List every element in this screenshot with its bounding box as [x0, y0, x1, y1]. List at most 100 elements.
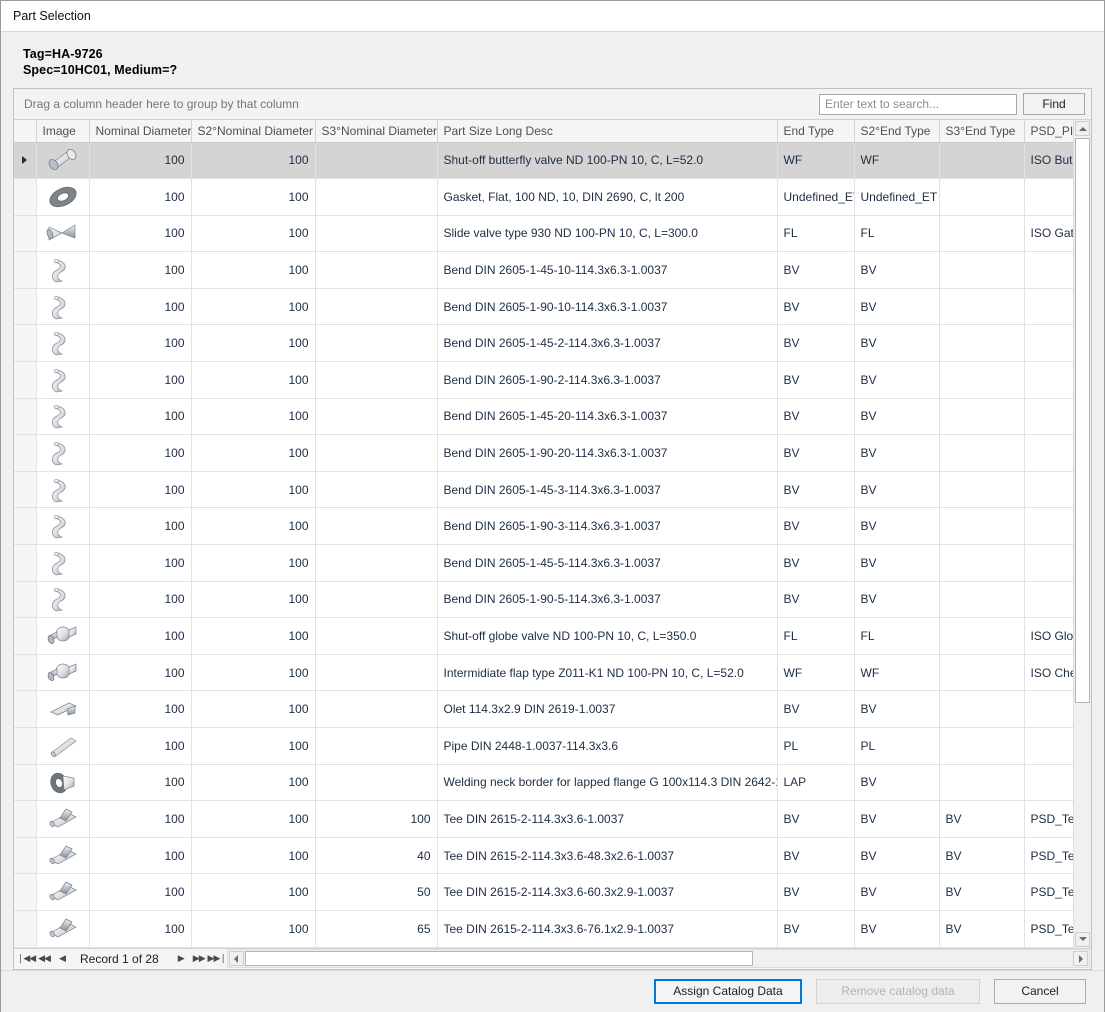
row-indicator[interactable] [14, 251, 37, 289]
last-record-button[interactable]: ▶▶❘ [208, 950, 227, 967]
table-row[interactable]: 100 100 Bend DIN 2605-1-90-2-114.3x6.3-1.0… [14, 361, 1073, 399]
table-row[interactable]: 100 100 Slide valve type 930 ND 100-PN 10,… [14, 215, 1073, 253]
column-header-nominal-diameter[interactable]: Nominal Diameter [89, 120, 192, 143]
search-input[interactable] [819, 93, 1017, 115]
table-row[interactable]: 100 100 100 Tee DIN 2615-2-114.3x3.6-1.0037… [14, 800, 1073, 838]
row-indicator[interactable] [14, 764, 37, 802]
column-header-psd-pid-symbol[interactable]: PSD_PID Sy [1024, 120, 1073, 143]
first-record-button[interactable]: ❘◀◀ [17, 950, 36, 967]
cell-s2et: BV [854, 910, 940, 948]
row-indicator[interactable] [14, 471, 37, 509]
cell-s2et: BV [854, 690, 940, 728]
scroll-up-button[interactable] [1075, 121, 1090, 136]
row-indicator[interactable] [14, 215, 37, 253]
cell-et: BV [777, 800, 855, 838]
cell-s3et [939, 544, 1025, 582]
table-row[interactable]: 100 100 Bend DIN 2605-1-45-20-114.3x6.3-1.… [14, 398, 1073, 436]
row-indicator[interactable] [14, 434, 37, 472]
row-indicator[interactable] [14, 690, 37, 728]
row-indicator[interactable] [14, 544, 37, 582]
cell-psd: ISO Glol [1024, 617, 1073, 655]
table-row[interactable]: 100 100 Bend DIN 2605-1-45-3-114.3x6.3-1.0… [14, 471, 1073, 509]
scroll-down-button[interactable] [1075, 931, 1090, 947]
row-indicator[interactable] [14, 837, 37, 875]
row-indicator[interactable] [14, 361, 37, 399]
column-header-s2-end-type[interactable]: S2°End Type [854, 120, 940, 143]
record-navigator: ❘◀◀ ◀◀ ◀ Record 1 of 28 ▶ ▶▶ ▶▶❘ [14, 947, 1091, 969]
column-header-s2-nominal-diameter[interactable]: S2°Nominal Diameter [191, 120, 316, 143]
row-indicator[interactable] [14, 288, 37, 326]
table-row[interactable]: 100 100 Shut-off butterfly valve ND 100-PN… [14, 142, 1073, 180]
row-indicator[interactable] [14, 178, 37, 216]
table-row[interactable]: 100 100 40 Tee DIN 2615-2-114.3x3.6-48.3x2.… [14, 837, 1073, 875]
row-indicator[interactable] [14, 873, 37, 911]
horizontal-scroll-thumb[interactable] [244, 951, 753, 967]
cell-nd: 100 [89, 581, 192, 619]
cell-et: BV [777, 837, 855, 875]
next-record-button[interactable]: ▶ [173, 950, 189, 967]
table-row[interactable]: 100 100 Intermidiate flap type Z011-K1 ND … [14, 654, 1073, 692]
cell-s3et [939, 251, 1025, 289]
vertical-scrollbar[interactable] [1073, 120, 1091, 948]
table-row[interactable]: 100 100 Pipe DIN 2448-1.0037-114.3x3.6 PL PL [14, 727, 1073, 765]
row-indicator[interactable] [14, 800, 37, 838]
table-row[interactable]: 100 100 Bend DIN 2605-1-45-5-114.3x6.3-1.0… [14, 544, 1073, 582]
previous-record-button[interactable]: ◀ [54, 950, 70, 967]
previous-page-button[interactable]: ◀◀ [36, 950, 52, 967]
table-row[interactable]: 100 100 Bend DIN 2605-1-90-10-114.3x6.3-1.… [14, 288, 1073, 326]
row-indicator[interactable] [14, 507, 37, 546]
cell-s3nd [315, 324, 438, 363]
cell-desc: Bend DIN 2605-1-45-5-114.3x6.3-1.0037 [437, 544, 778, 582]
table-row[interactable]: 100 100 Bend DIN 2605-1-90-5-114.3x6.3-1.0… [14, 581, 1073, 619]
row-indicator[interactable] [14, 398, 37, 436]
scroll-right-button[interactable] [1073, 951, 1088, 967]
row-indicator[interactable] [14, 142, 37, 180]
table-row[interactable]: 100 100 Olet 114.3x2.9 DIN 2619-1.0037 BV BV [14, 690, 1073, 728]
cell-nd: 100 [89, 361, 192, 399]
row-indicator[interactable] [14, 910, 37, 948]
scroll-left-button[interactable] [228, 951, 244, 967]
assign-catalog-data-button[interactable]: Assign Catalog Data [654, 978, 802, 1004]
cell-s3et [939, 654, 1025, 692]
cell-s2et: WF [854, 654, 940, 692]
vertical-scroll-thumb[interactable] [1075, 138, 1090, 703]
column-header-image[interactable]: Image [36, 120, 90, 143]
horizontal-scrollbar[interactable] [226, 949, 1090, 969]
spec-line: Spec=10HC01, Medium=? [23, 63, 178, 77]
table-row[interactable]: 100 100 Gasket, Flat, 100 ND, 10, DIN 2690… [14, 178, 1073, 216]
table-row[interactable]: 100 100 50 Tee DIN 2615-2-114.3x3.6-60.3x2.… [14, 873, 1073, 911]
table-row[interactable]: 100 100 Bend DIN 2605-1-45-10-114.3x6.3-1.… [14, 251, 1073, 289]
tag-spec-header: Tag=HA-9726 Spec=10HC01, Medium=? [1, 32, 1104, 88]
column-header-end-type[interactable]: End Type [777, 120, 855, 143]
next-page-button[interactable]: ▶▶ [191, 950, 207, 967]
table-row[interactable]: 100 100 Welding neck border for lapped fla… [14, 764, 1073, 802]
cancel-button[interactable]: Cancel [994, 978, 1086, 1004]
cell-psd: ISO Che [1024, 654, 1073, 692]
row-indicator[interactable] [14, 324, 37, 363]
cell-s2nd: 100 [191, 910, 316, 948]
table-row[interactable]: 100 100 Shut-off globe valve ND 100-PN 10,… [14, 617, 1073, 655]
find-button[interactable]: Find [1023, 93, 1085, 115]
cell-nd: 100 [89, 398, 192, 436]
row-indicator[interactable] [14, 654, 37, 692]
chevron-left-icon [234, 954, 239, 963]
column-header-s3-end-type[interactable]: S3°End Type [939, 120, 1025, 143]
row-indicator[interactable] [14, 617, 37, 655]
column-header-s3-nominal-diameter[interactable]: S3°Nominal Diameter [315, 120, 438, 143]
cell-s3et [939, 142, 1025, 180]
cell-psd [1024, 471, 1073, 509]
cell-s2et: FL [854, 617, 940, 655]
cell-s3nd: 50 [315, 873, 438, 911]
row-indicator[interactable] [14, 581, 37, 619]
group-bar[interactable]: Drag a column header here to group by th… [14, 89, 1091, 120]
cell-psd [1024, 727, 1073, 765]
table-row[interactable]: 100 100 Bend DIN 2605-1-90-20-114.3x6.3-1.… [14, 434, 1073, 472]
cell-s2et: BV [854, 873, 940, 911]
parts-table: Image Nominal Diameter S2°Nominal Diamet… [14, 120, 1073, 948]
table-row[interactable]: 100 100 Bend DIN 2605-1-45-2-114.3x6.3-1.0… [14, 324, 1073, 363]
row-indicator[interactable] [14, 727, 37, 765]
table-row[interactable]: 100 100 Bend DIN 2605-1-90-3-114.3x6.3-1.0… [14, 507, 1073, 546]
column-header-part-size-long-desc[interactable]: Part Size Long Desc [437, 120, 778, 143]
table-row[interactable]: 100 100 65 Tee DIN 2615-2-114.3x3.6-76.1x2.… [14, 910, 1073, 948]
cell-et: BV [777, 398, 855, 436]
